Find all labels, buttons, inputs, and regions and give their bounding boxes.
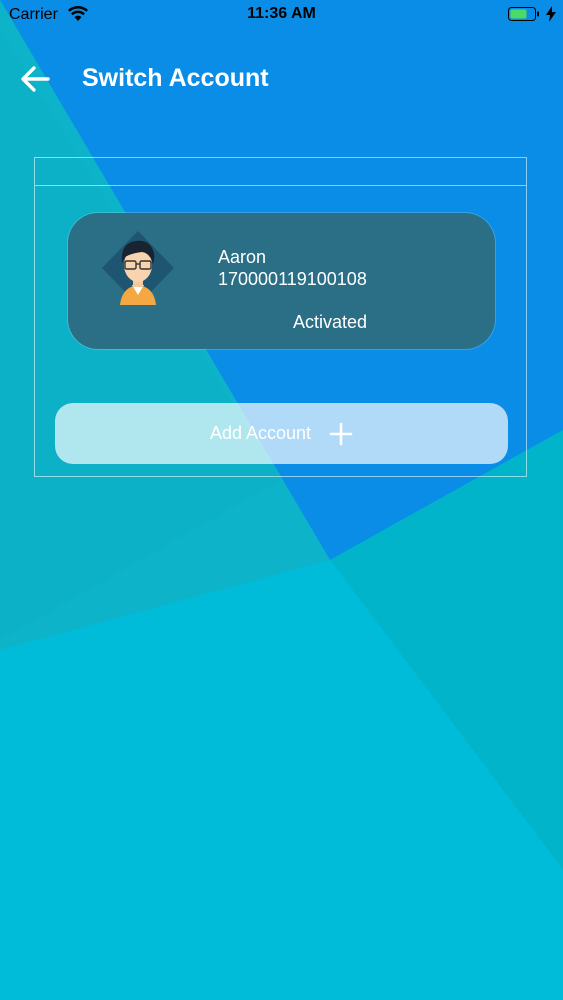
accounts-panel: Aaron 170000119100108 Activated Add Acco…	[34, 157, 527, 477]
status-bar: Carrier 11:36 AM	[0, 0, 563, 30]
page-title: Switch Account	[82, 64, 269, 92]
back-button[interactable]	[14, 60, 56, 98]
panel-divider	[35, 185, 526, 186]
background-art	[0, 0, 563, 1000]
avatar	[102, 231, 174, 305]
add-account-label: Add Account	[209, 423, 312, 443]
plus-icon	[329, 422, 353, 445]
add-account-button[interactable]: Add Account	[55, 403, 508, 464]
status-time: 11:36 AM	[247, 5, 316, 22]
charging-bolt-icon	[546, 6, 556, 22]
battery-icon	[508, 7, 539, 21]
account-status: Activated	[293, 312, 368, 332]
nav-bar: Switch Account	[0, 50, 563, 110]
account-name: Aaron	[218, 247, 267, 267]
arrow-left-icon	[21, 66, 50, 92]
account-card[interactable]: Aaron 170000119100108 Activated	[68, 213, 495, 349]
account-number: 170000119100108	[218, 269, 367, 289]
